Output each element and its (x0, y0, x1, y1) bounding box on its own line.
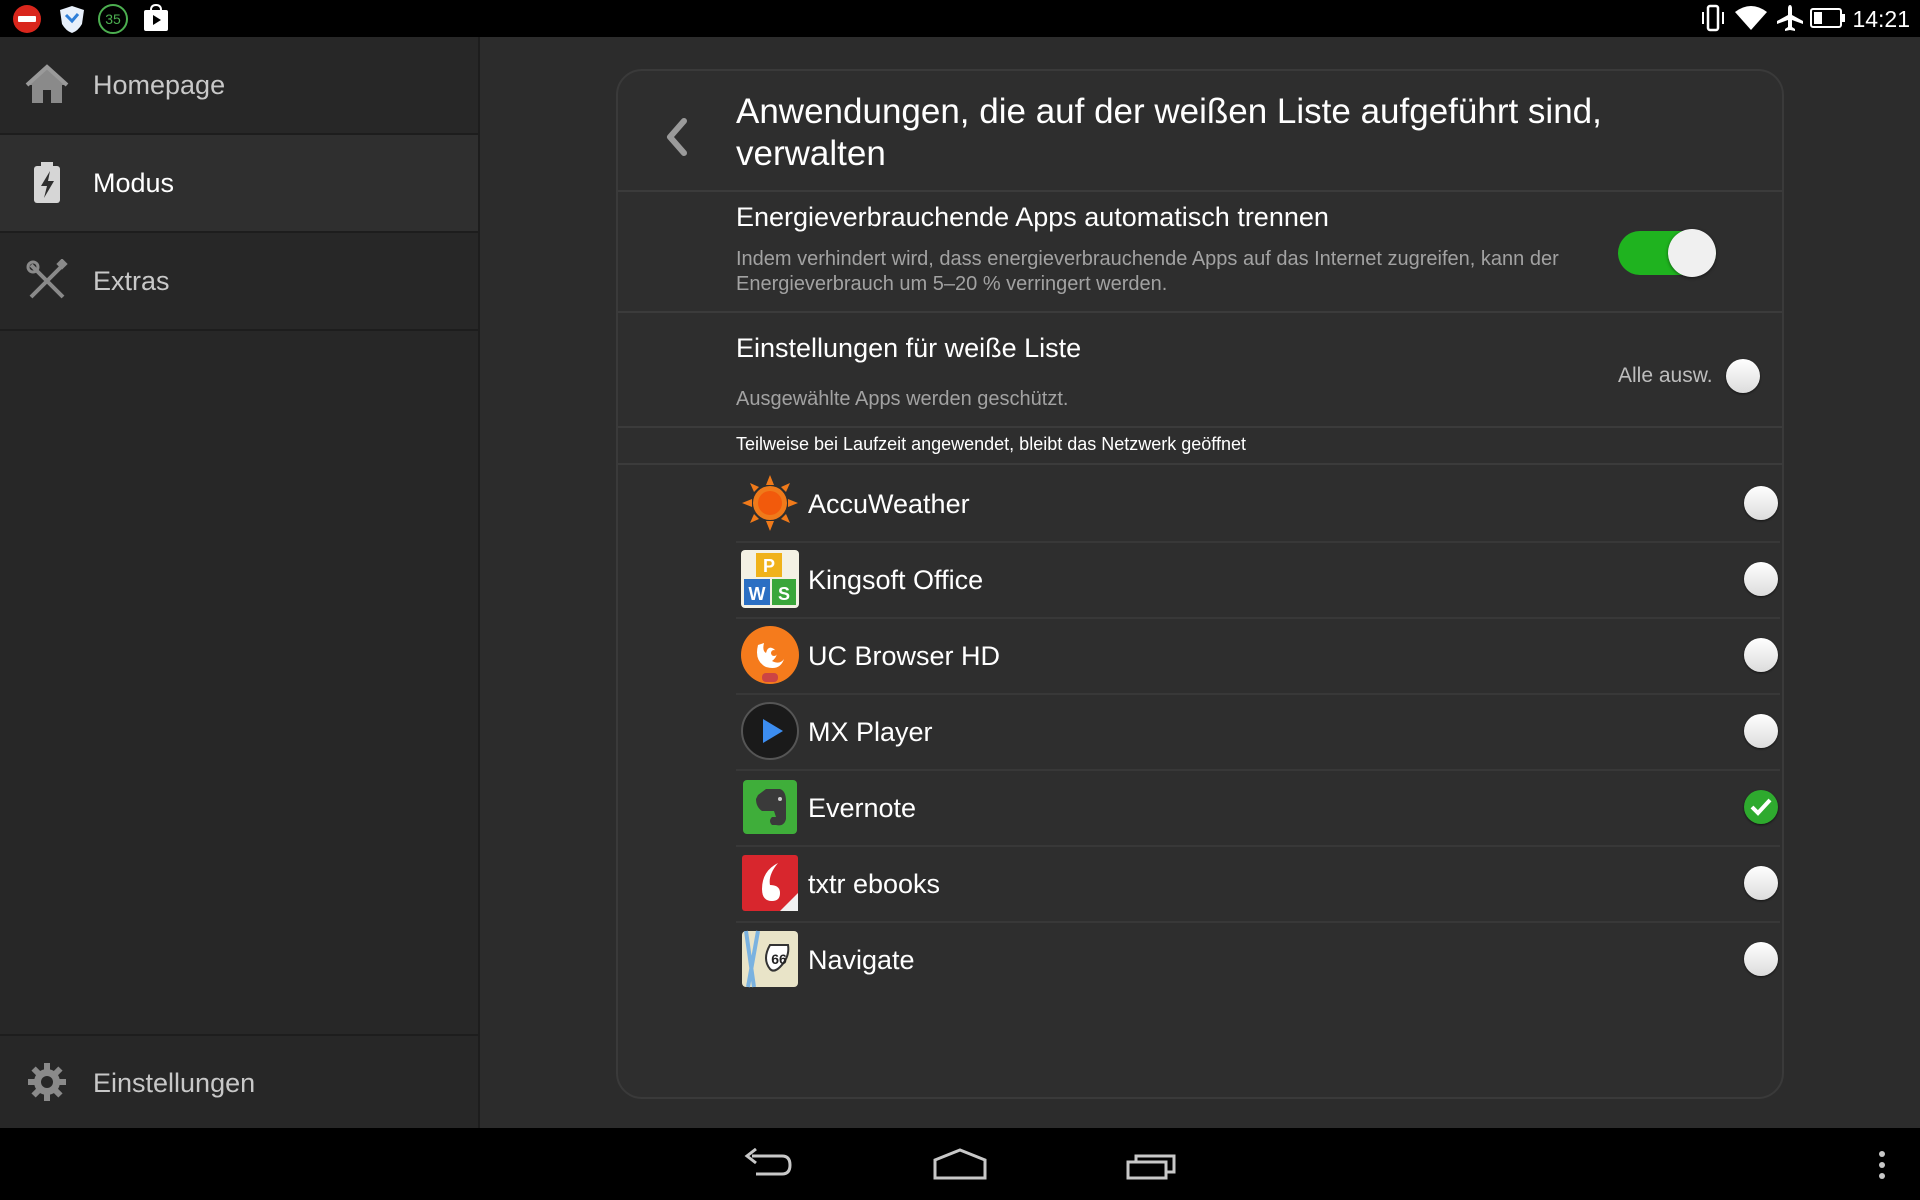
recents-nav-icon[interactable] (1126, 1150, 1180, 1180)
airplane-icon (1777, 5, 1803, 31)
vibrate-icon (1702, 4, 1724, 32)
system-nav-bar (0, 1128, 1920, 1200)
sidebar-item-label: Modus (93, 167, 175, 198)
navigate-icon: 66 (742, 930, 798, 988)
no-entry-icon (13, 5, 41, 33)
app-checkbox[interactable] (1744, 714, 1778, 748)
app-name: Kingsoft Office (808, 565, 984, 595)
checkmark-icon (1750, 798, 1772, 816)
shield-icon (60, 6, 84, 33)
status-bar: 35 14:21 (0, 0, 1920, 37)
back-nav-icon[interactable] (742, 1148, 794, 1180)
divider (618, 311, 1782, 313)
sidebar-item-label: Extras (93, 265, 170, 296)
auto-disconnect-description: Indem verhindert wird, dass energieverbr… (736, 248, 1559, 295)
kingsoft-office-icon: P W S (741, 550, 799, 608)
sidebar-item-homepage[interactable]: Homepage (0, 37, 478, 135)
app-name: Evernote (808, 793, 917, 823)
sidebar-item-einstellungen[interactable]: Einstellungen (0, 1034, 478, 1130)
app-row-kingsoft-office[interactable]: P W S Kingsoft Office (736, 541, 1780, 619)
mx-player-icon (741, 702, 799, 760)
uc-browser-icon (741, 626, 799, 684)
txtr-icon (742, 855, 798, 911)
battery-mode-icon (34, 162, 60, 203)
svg-text:66: 66 (771, 951, 787, 967)
app-row-evernote[interactable]: Evernote (736, 769, 1780, 847)
sidebar-item-modus[interactable]: Modus (0, 135, 478, 233)
app-row-navigate[interactable]: 66 Navigate (736, 921, 1780, 997)
app-row-accuweather[interactable]: AccuWeather (736, 465, 1780, 543)
svg-text:W: W (749, 584, 766, 604)
auto-disconnect-title: Energieverbrauchende Apps automatisch tr… (736, 202, 1329, 232)
group-header: Teilweise bei Laufzeit angewendet, bleib… (736, 434, 1246, 454)
evernote-icon (743, 780, 797, 834)
app-row-txtr-ebooks[interactable]: txtr ebooks (736, 845, 1780, 923)
main-area: Anwendungen, die auf der weißen Liste au… (480, 37, 1920, 1128)
app-name: Navigate (808, 945, 915, 975)
sidebar-item-label: Homepage (93, 69, 226, 100)
app-checkbox[interactable] (1744, 562, 1778, 596)
divider (618, 190, 1782, 192)
app-checkbox[interactable] (1744, 486, 1778, 520)
page-title: Anwendungen, die auf der weißen Liste au… (736, 92, 1602, 173)
app-checkbox[interactable] (1744, 638, 1778, 672)
badge-35-icon: 35 (98, 4, 128, 34)
accuweather-icon (742, 475, 798, 531)
app-checkbox[interactable] (1744, 790, 1778, 824)
overflow-menu-icon[interactable] (1878, 1150, 1886, 1180)
svg-text:P: P (763, 556, 775, 576)
select-all-checkbox[interactable] (1726, 359, 1760, 393)
svg-text:S: S (778, 584, 790, 604)
store-icon (144, 4, 168, 31)
toggle-knob (1668, 229, 1716, 277)
whitelist-card: Anwendungen, die auf der weißen Liste au… (616, 69, 1784, 1099)
whitelist-settings-title: Einstellungen für weiße Liste (736, 333, 1082, 363)
sidebar-settings-label: Einstellungen (93, 1067, 256, 1098)
gear-icon (28, 1063, 66, 1101)
wifi-icon (1735, 6, 1767, 30)
auto-disconnect-toggle[interactable] (1618, 229, 1716, 277)
divider (618, 426, 1782, 428)
whitelist-settings-description: Ausgewählte Apps werden geschützt. (736, 388, 1069, 410)
app-row-mx-player[interactable]: MX Player (736, 693, 1780, 771)
select-all-label: Alle ausw. (1618, 364, 1713, 387)
app-name: txtr ebooks (808, 869, 941, 899)
home-nav-icon[interactable] (932, 1148, 988, 1180)
app-name: UC Browser HD (808, 641, 1001, 671)
app-checkbox[interactable] (1744, 866, 1778, 900)
sidebar-item-extras[interactable]: Extras (0, 233, 478, 331)
clock: 14:21 (1852, 6, 1910, 32)
sidebar: Homepage Modus Extras Einstellungen (0, 37, 480, 1128)
app-name: MX Player (808, 717, 933, 747)
home-icon (25, 64, 69, 103)
battery-icon (1810, 8, 1845, 28)
app-row-uc-browser-hd[interactable]: UC Browser HD (736, 617, 1780, 695)
tools-icon (26, 259, 68, 299)
app-name: AccuWeather (808, 489, 970, 519)
notification-badge-count: 35 (105, 11, 121, 27)
app-checkbox[interactable] (1744, 942, 1778, 976)
back-chevron-icon[interactable] (656, 107, 696, 167)
